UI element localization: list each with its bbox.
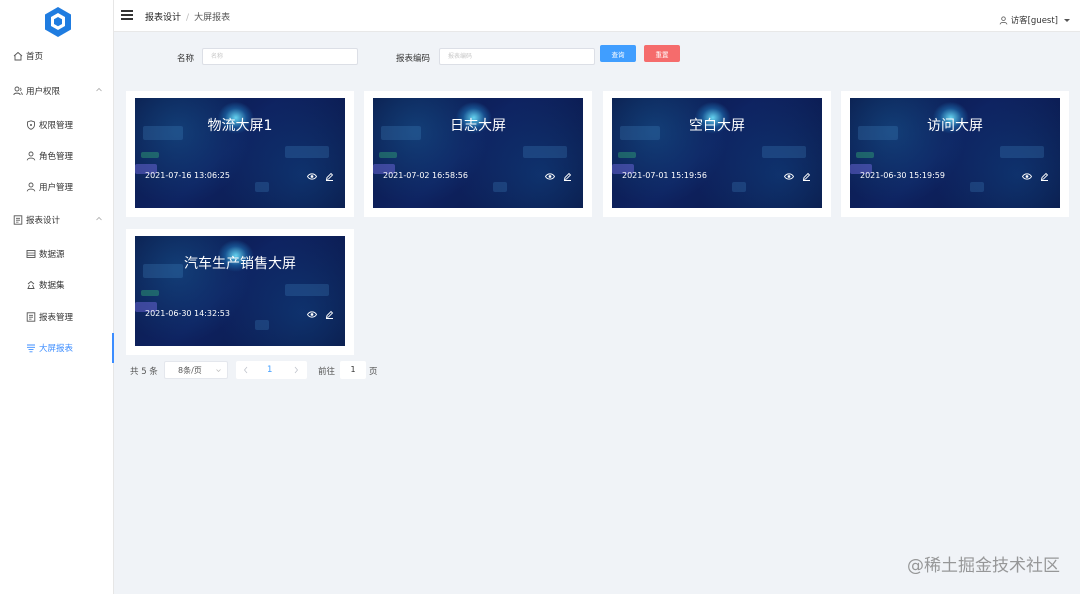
card-title: 汽车生产销售大屏: [184, 256, 296, 272]
role-icon: [26, 151, 36, 161]
screen-thumbnail[interactable]: 物流大屏1 2021-07-16 13:06:25: [135, 98, 345, 208]
card-timestamp: 2021-07-02 16:58:56: [383, 171, 468, 180]
datasource-icon: [26, 250, 36, 258]
screen-report-icon: [27, 344, 35, 353]
chevron-down-icon: [216, 369, 221, 372]
pagination-total: 共 5 条: [130, 367, 158, 377]
screen-thumbnail[interactable]: 空白大屏 2021-07-01 15:19:56: [612, 98, 822, 208]
sidebar-item-home[interactable]: 首页: [0, 44, 114, 68]
sidebar-item-label: 用户管理: [39, 183, 74, 193]
card-timestamp: 2021-07-16 13:06:25: [145, 171, 230, 180]
logo-icon: [45, 7, 71, 37]
eye-icon[interactable]: [784, 172, 794, 181]
goto-page-input[interactable]: 1: [340, 361, 366, 379]
sidebar-item-report-design[interactable]: 报表设计: [0, 208, 114, 232]
eye-icon[interactable]: [1022, 172, 1032, 181]
sidebar-item-dataset[interactable]: 数据集: [0, 273, 114, 297]
query-button[interactable]: 查询: [600, 45, 636, 62]
card-title: 物流大屏1: [207, 118, 273, 134]
code-input-wrapper: [439, 48, 595, 65]
sidebar-item-label: 数据源: [39, 250, 65, 260]
edit-icon[interactable]: [325, 310, 334, 319]
card-timestamp: 2021-06-30 14:32:53: [145, 309, 230, 318]
reset-button[interactable]: 重置: [644, 45, 680, 62]
report-manage-icon: [26, 312, 36, 322]
goto-suffix: 页: [369, 367, 378, 377]
breadcrumb: 报表设计 / 大屏报表: [145, 10, 230, 23]
pager: 1: [236, 361, 307, 379]
shield-icon: [27, 120, 35, 130]
card-title: 空白大屏: [689, 118, 745, 134]
breadcrumb-current: 大屏报表: [194, 13, 231, 23]
edit-icon[interactable]: [1040, 172, 1049, 181]
watermark: @稀土掘金技术社区: [907, 556, 1060, 576]
screen-thumbnail[interactable]: 访问大屏 2021-06-30 15:19:59: [850, 98, 1060, 208]
sidebar-item-report-manage[interactable]: 报表管理: [0, 305, 114, 329]
sidebar-item-user-permission[interactable]: 用户权限: [0, 79, 114, 103]
page-number-current[interactable]: 1: [267, 365, 272, 375]
sidebar-item-permission-manage[interactable]: 权限管理: [0, 113, 114, 137]
screen-thumbnail[interactable]: 汽车生产销售大屏 2021-06-30 14:32:53: [135, 236, 345, 346]
card-title: 访问大屏: [927, 118, 983, 134]
card-timestamp: 2021-06-30 15:19:59: [860, 171, 945, 180]
screen-card[interactable]: 物流大屏1 2021-07-16 13:06:25: [126, 91, 354, 217]
sidebar-item-label: 权限管理: [39, 121, 74, 131]
sidebar-item-label: 首页: [26, 52, 44, 62]
user-dropdown[interactable]: 访客[guest]: [999, 14, 1070, 26]
page-size-select[interactable]: 8条/页: [164, 361, 228, 379]
edit-icon[interactable]: [802, 172, 811, 181]
eye-icon[interactable]: [545, 172, 555, 181]
user-icon: [999, 15, 1007, 25]
screen-card[interactable]: 日志大屏 2021-07-02 16:58:56: [364, 91, 592, 217]
sidebar-item-role-manage[interactable]: 角色管理: [0, 144, 114, 168]
breadcrumb-separator: /: [186, 13, 190, 23]
name-input-wrapper: [202, 48, 358, 65]
screen-card[interactable]: 访问大屏 2021-06-30 15:19:59: [841, 91, 1069, 217]
chevron-up-icon: [96, 87, 102, 92]
sidebar-item-datasource[interactable]: 数据源: [0, 242, 114, 266]
edit-icon[interactable]: [563, 172, 572, 181]
goto-label: 前往: [318, 367, 336, 377]
sidebar-item-label: 大屏报表: [39, 344, 74, 354]
screen-card[interactable]: 空白大屏 2021-07-01 15:19:56: [603, 91, 831, 217]
home-icon: [13, 51, 23, 61]
card-title: 日志大屏: [450, 118, 506, 134]
top-bar: 报表设计 / 大屏报表 访客[guest]: [114, 0, 1080, 32]
hamburger-menu-icon[interactable]: [121, 10, 133, 20]
eye-icon[interactable]: [307, 310, 317, 319]
name-input[interactable]: [203, 49, 357, 64]
sidebar: 首页 用户权限 权限管理 角色管理 用户管理 报表设计 数据源 数据集 报表管理…: [0, 0, 114, 594]
code-input[interactable]: [440, 49, 594, 64]
edit-icon[interactable]: [325, 172, 334, 181]
sidebar-item-label: 报表设计: [26, 216, 61, 226]
card-timestamp: 2021-07-01 15:19:56: [622, 171, 707, 180]
chevron-left-icon[interactable]: [243, 366, 249, 374]
user-group-icon: [13, 86, 23, 96]
active-indicator: [112, 333, 114, 363]
dataset-icon: [27, 280, 35, 289]
sidebar-item-label: 用户权限: [26, 87, 61, 97]
sidebar-item-label: 数据集: [39, 281, 65, 291]
sidebar-item-label: 报表管理: [39, 313, 74, 323]
breadcrumb-parent[interactable]: 报表设计: [145, 13, 181, 23]
eye-icon[interactable]: [307, 172, 317, 181]
caret-down-icon: [1064, 18, 1070, 22]
sidebar-item-screen-report[interactable]: 大屏报表: [0, 336, 114, 360]
sidebar-item-user-manage[interactable]: 用户管理: [0, 175, 114, 199]
name-label: 名称: [177, 54, 195, 64]
chevron-right-icon[interactable]: [293, 366, 299, 374]
screen-thumbnail[interactable]: 日志大屏 2021-07-02 16:58:56: [373, 98, 583, 208]
chevron-up-icon: [96, 216, 102, 221]
user-icon: [26, 182, 36, 192]
code-label: 报表编码: [396, 54, 431, 64]
page-size-value: 8条/页: [178, 365, 202, 375]
report-design-icon: [13, 215, 23, 225]
sidebar-item-label: 角色管理: [39, 152, 74, 162]
user-name: 访客[guest]: [1010, 16, 1058, 26]
screen-card[interactable]: 汽车生产销售大屏 2021-06-30 14:32:53: [126, 229, 354, 355]
